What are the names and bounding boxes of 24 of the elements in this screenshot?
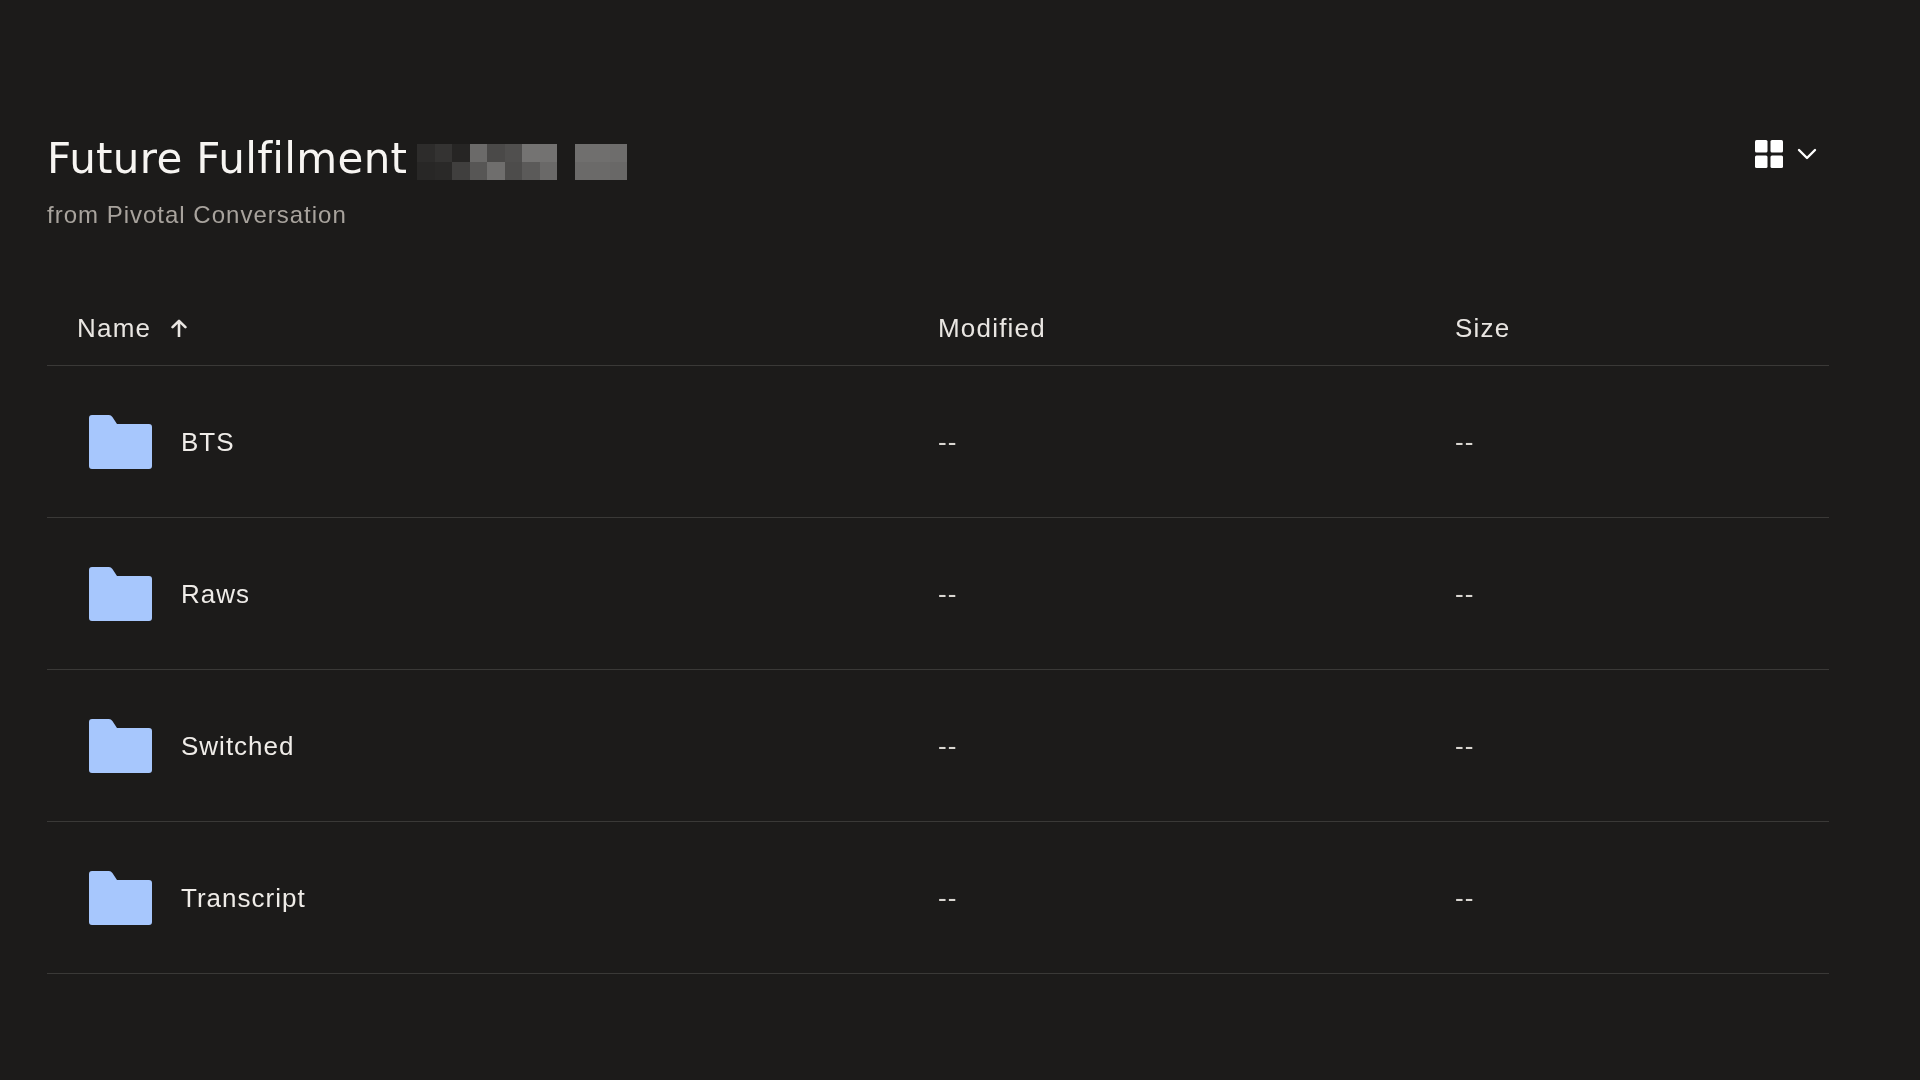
view-options-button[interactable] xyxy=(1755,140,1817,168)
column-header[interactable]: Size xyxy=(1455,313,1511,343)
size-value: -- xyxy=(1455,882,1475,913)
grid-icon xyxy=(1755,140,1783,168)
modified-value: -- xyxy=(938,730,958,761)
item-name[interactable]: Transcript xyxy=(181,882,306,913)
size-value: -- xyxy=(1455,730,1475,761)
size-value: -- xyxy=(1455,426,1475,457)
folder-icon xyxy=(89,566,152,621)
modified-value: -- xyxy=(938,426,958,457)
folder-icon xyxy=(89,414,152,469)
folder-title: Future Fulfilment xyxy=(47,135,408,183)
chevron-down-icon xyxy=(1797,148,1817,160)
item-name[interactable]: Switched xyxy=(181,730,295,761)
item-name[interactable]: Raws xyxy=(181,578,250,609)
column-header[interactable]: Modified xyxy=(938,313,1046,343)
column-header[interactable]: Name xyxy=(77,313,188,343)
item-name[interactable]: BTS xyxy=(181,426,235,457)
folder-icon xyxy=(89,870,152,925)
folder-subtitle: from Pivotal Conversation xyxy=(47,201,348,229)
size-value: -- xyxy=(1455,578,1475,609)
modified-value: -- xyxy=(938,578,958,609)
modified-value: -- xyxy=(938,882,958,913)
folder-icon xyxy=(89,718,152,773)
